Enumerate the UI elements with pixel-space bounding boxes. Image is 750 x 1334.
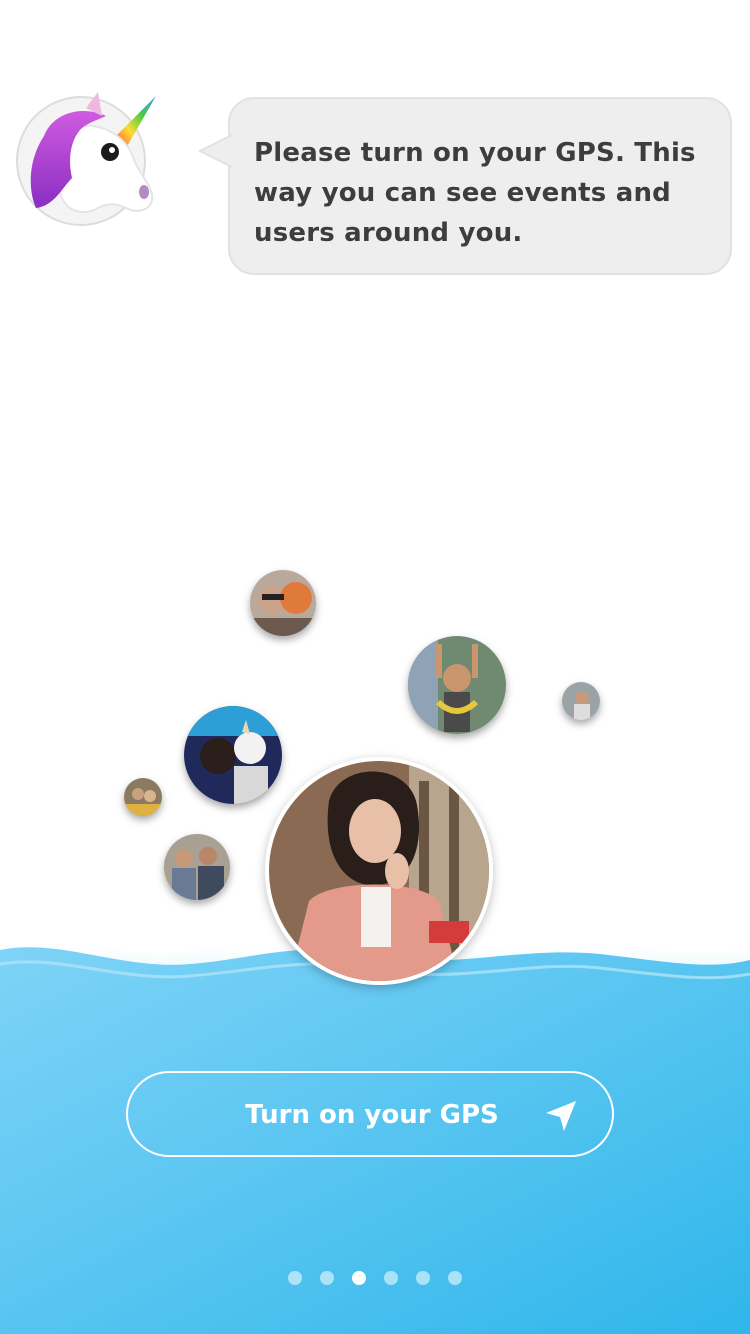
user-photo-6 bbox=[164, 834, 230, 900]
mascot-avatar bbox=[16, 92, 156, 226]
location-arrow-icon bbox=[546, 1101, 576, 1131]
page-dot-3[interactable] bbox=[352, 1271, 366, 1285]
page-indicator bbox=[286, 1271, 466, 1287]
page-dot-1[interactable] bbox=[288, 1271, 302, 1285]
speech-bubble: Please turn on your GPS. This way you ca… bbox=[198, 97, 732, 275]
user-photo-4 bbox=[184, 706, 282, 804]
gps-button-label: Turn on your GPS bbox=[245, 1100, 499, 1130]
turn-on-gps-button[interactable]: Turn on your GPS bbox=[126, 1071, 614, 1157]
page-dot-4[interactable] bbox=[384, 1271, 398, 1285]
user-photo-2 bbox=[408, 636, 506, 734]
unicorn-icon bbox=[30, 92, 156, 214]
page-dot-6[interactable] bbox=[448, 1271, 462, 1285]
user-photo-5 bbox=[124, 778, 162, 816]
featured-user-photo bbox=[265, 757, 493, 985]
user-photo-1 bbox=[250, 570, 316, 636]
page-dot-5[interactable] bbox=[416, 1271, 430, 1285]
page-dot-2[interactable] bbox=[320, 1271, 334, 1285]
bubble-tail bbox=[198, 134, 233, 168]
user-photo-3 bbox=[562, 682, 600, 720]
gps-prompt-message: Please turn on your GPS. This way you ca… bbox=[254, 138, 696, 248]
